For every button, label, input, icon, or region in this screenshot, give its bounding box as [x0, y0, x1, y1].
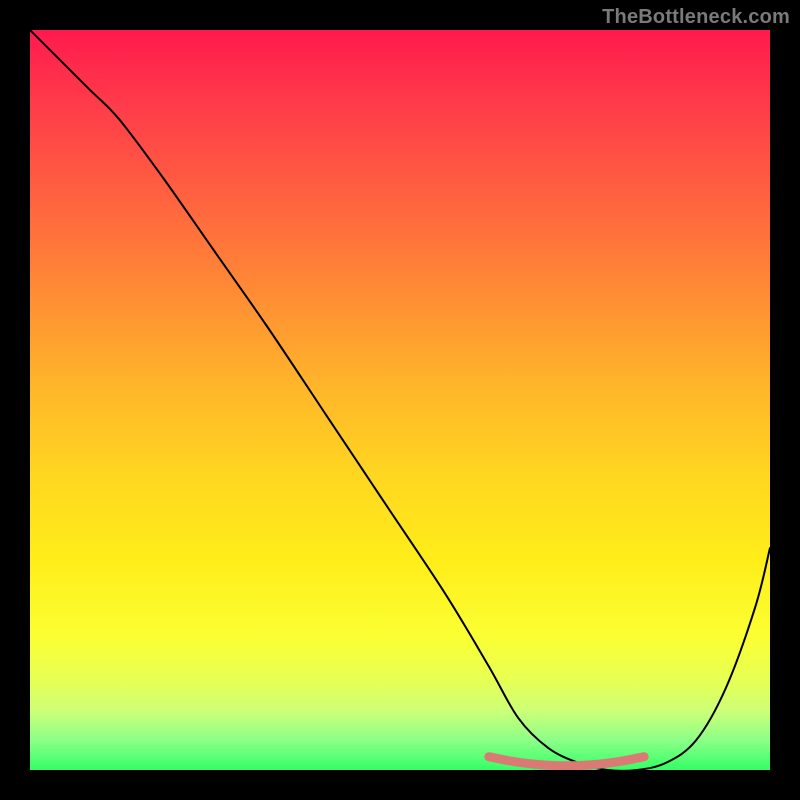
bottleneck-curve-path — [30, 30, 770, 770]
chart-plot-area — [30, 30, 770, 770]
watermark-text: TheBottleneck.com — [602, 6, 790, 29]
chart-frame: TheBottleneck.com — [0, 0, 800, 800]
chart-svg — [30, 30, 770, 770]
